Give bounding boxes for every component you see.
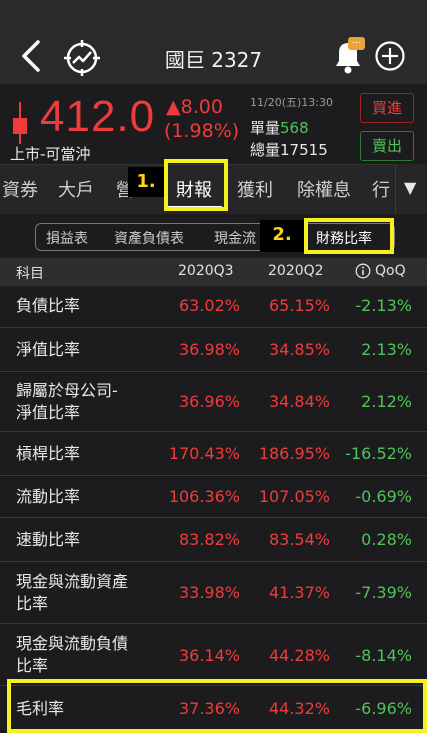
column-header-q3: 2020Q3 [178,263,234,279]
info-icon[interactable] [355,263,371,279]
row-qoq-value: -2.13% [355,296,412,315]
tab-more-partial[interactable]: 行 [372,176,390,202]
row-q3-value: 36.96% [178,392,240,411]
row-label-line1: 歸屬於母公司- [16,381,118,400]
add-icon[interactable] [374,40,406,72]
table-row: 流動比率 106.36% 107.05% -0.69% [0,476,427,518]
unit-volume-label: 單量 [250,119,281,137]
price-change-percent: (1.98%) [164,120,240,142]
step-1-label: 1. [128,167,164,197]
subtab-cash-flow[interactable]: 現金流 [214,228,256,248]
sell-button[interactable]: 賣出 [360,131,414,161]
tabs-more-button[interactable]: ▼ [395,164,427,214]
row-label: 速動比率 [16,530,81,549]
unit-volume-value: 568 [280,119,309,137]
row-label-line2: 比率 [16,594,49,613]
row-q2-value: 34.84% [268,392,330,411]
column-header-item: 科目 [16,266,44,282]
row-label: 淨值比率 [16,340,81,359]
row-q3-value: 63.02% [178,296,240,315]
table-row: 現金與流動負債 比率 36.14% 44.28% -8.14% [0,624,427,686]
row-q2-value: 44.28% [268,646,330,665]
row-qoq-value: -7.39% [355,583,412,602]
row-q3-value: 83.82% [178,530,240,549]
step-1-highlight [164,159,228,211]
subtab-income-statement[interactable]: 損益表 [46,228,88,248]
row-qoq-value: -0.69% [355,487,412,506]
row-q2-value: 65.15% [268,296,330,315]
row-qoq-value: 2.13% [361,340,412,359]
table-row: 淨值比率 36.98% 34.85% 2.13% [0,328,427,372]
row-q3-value: 170.43% [168,444,240,463]
unit-volume: 單量568 [250,117,309,138]
row-label-line1: 現金與流動資產 [16,572,129,591]
quote-datetime: 11/20(五)13:30 [250,96,333,109]
row-qoq-value: 0.28% [361,530,412,549]
row-q3-value: 36.98% [178,340,240,359]
table-row: 槓桿比率 170.43% 186.95% -16.52% [0,432,427,476]
row-q2-value: 34.85% [268,340,330,359]
total-volume: 總量17515 [250,139,328,160]
row-qoq-value: -8.14% [355,646,412,665]
row-q3-value: 36.14% [178,646,240,665]
current-price: 412.0 [40,92,156,141]
column-header-qoq: QoQ [375,263,406,279]
tab-dividend[interactable]: 除權息 [297,176,351,202]
candlestick-icon [13,102,27,144]
table-row: 歸屬於母公司- 淨值比率 36.96% 34.84% 2.12% [0,372,427,432]
step-2-label: 2. [260,220,304,252]
row-label-line2: 淨值比率 [16,403,81,422]
row-label: 流動比率 [16,487,81,506]
row-qoq-value: -16.52% [345,444,412,463]
row-label-line2: 比率 [16,656,49,675]
tab-major-holders[interactable]: 大戶 [58,176,94,202]
table-row: 現金與流動資產 比率 33.98% 41.37% -7.39% [0,562,427,624]
notification-badge: ... [348,36,365,50]
row-label: 負債比率 [16,296,81,315]
subtab-financial-ratios[interactable]: 財務比率 [316,228,372,248]
row-qoq-value: 2.12% [361,392,412,411]
row-q2-value: 107.05% [258,487,330,506]
total-volume-label: 總量 [250,141,281,159]
buy-button[interactable]: 買進 [360,93,414,123]
price-change: ▲8.00 [166,96,223,118]
row-label: 槓桿比率 [16,444,81,463]
tab-profit[interactable]: 獲利 [237,176,273,202]
row-q2-value: 41.37% [268,583,330,602]
row-q3-value: 106.36% [168,487,240,506]
column-header-q2: 2020Q2 [268,263,324,279]
row-q3-value: 33.98% [178,583,240,602]
total-volume-value: 17515 [280,141,328,159]
subtab-balance-sheet[interactable]: 資產負債表 [114,228,184,248]
table-row: 負債比率 63.02% 65.15% -2.13% [0,286,427,328]
gross-margin-highlight [7,679,427,733]
chevron-down-icon: ▼ [404,178,417,197]
row-q2-value: 83.54% [268,530,330,549]
market-type: 上市-可當沖 [10,145,91,163]
tab-margin[interactable]: 資券 [2,176,38,202]
table-row: 速動比率 83.82% 83.54% 0.28% [0,518,427,562]
row-label-line1: 現金與流動負債 [16,634,129,653]
row-q2-value: 186.95% [258,444,330,463]
